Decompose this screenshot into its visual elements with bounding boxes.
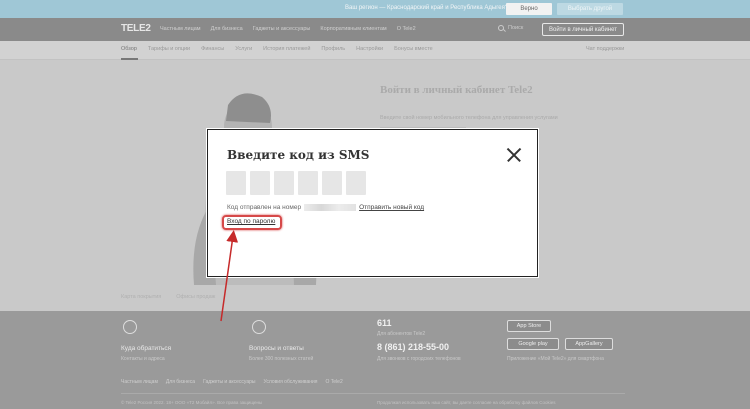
page: Ваш регион — Краснодарский край и Респуб… [0, 0, 750, 409]
sms-code-inputs [226, 171, 366, 195]
search[interactable]: Поиск [498, 25, 523, 31]
subnav-item-overview[interactable]: Обзор [121, 46, 137, 52]
footer-link[interactable]: О Tele2 [326, 379, 343, 385]
login-cabinet-button[interactable]: Войти в личный кабинет [542, 23, 624, 36]
region-banner: Ваш регион — Краснодарский край и Респуб… [0, 0, 750, 18]
masked-phone-number [304, 204, 357, 211]
top-nav-item[interactable]: О Tele2 [397, 26, 416, 32]
landline-phone[interactable]: 8 (861) 218-55-00 [377, 342, 449, 352]
header: TELE2 Частным лицам Для бизнеса Гаджеты … [0, 18, 750, 41]
sms-code-digit-1[interactable] [226, 171, 246, 195]
sms-code-digit-3[interactable] [274, 171, 294, 195]
password-login-link[interactable]: Вход по паролю [227, 218, 275, 225]
sms-code-digit-2[interactable] [250, 171, 270, 195]
footer-links: Частным лицам Для бизнеса Гаджеты и аксе… [121, 379, 351, 385]
region-question: Ваш регион — Краснодарский край и Респуб… [345, 5, 509, 11]
support-chat-link[interactable]: Чат поддержки [586, 46, 624, 52]
sms-code-digit-4[interactable] [298, 171, 318, 195]
subnav-item[interactable]: Тарифы и опции [148, 46, 190, 52]
landline-phone-sub: Для звонков с городских телефонов [377, 356, 461, 362]
search-label[interactable]: Поиск [508, 25, 523, 31]
top-nav-item[interactable]: Частным лицам [160, 26, 201, 32]
region-change-button[interactable]: Выбрать другой [557, 3, 623, 15]
app-gallery-button[interactable]: AppGallery [565, 338, 613, 350]
footer: Куда обратиться Контакты и адреса Вопрос… [0, 311, 750, 409]
logo[interactable]: TELE2 [121, 23, 151, 34]
top-nav-item[interactable]: Для бизнеса [211, 26, 243, 32]
region-confirm-button[interactable]: Верно [506, 3, 552, 15]
footer-contacts-title[interactable]: Куда обратиться [121, 345, 171, 352]
footer-link[interactable]: Гаджеты и аксессуары [203, 379, 255, 385]
google-play-button[interactable]: Google play [507, 338, 559, 350]
resend-code-link[interactable]: Отправить новый код [359, 204, 424, 211]
cookie-notice: Продолжая использовать наш сайт, вы дает… [377, 400, 556, 405]
footer-divider [121, 393, 625, 394]
app-sub: Приложение «Мой Tele2» для смартфона [507, 356, 604, 362]
subnav-item[interactable]: Финансы [201, 46, 224, 52]
footer-link[interactable]: Условия обслуживания [264, 379, 318, 385]
footer-faq-title[interactable]: Вопросы и ответы [249, 345, 304, 352]
main-bottom-links: Карта покрытия Офисы продаж [121, 294, 230, 300]
subnav-item[interactable]: Настройки [356, 46, 383, 52]
subnav-item[interactable]: Услуги [235, 46, 252, 52]
code-sent-info: Код отправлен на номер Отправить новый ко… [227, 204, 424, 211]
login-title: Войти в личный кабинет Tele2 [380, 84, 533, 96]
subnav-item[interactable]: Бонусы вместе [394, 46, 433, 52]
lifebuoy-icon [252, 320, 266, 334]
footer-faq-sub: Более 300 полезных статей [249, 356, 314, 362]
close-icon[interactable] [507, 148, 521, 162]
chat-bubble-icon [123, 320, 137, 334]
coverage-map-link[interactable]: Карта покрытия [121, 294, 161, 300]
copyright: © Tele2 Россия 2022. 18+ ООО «Т2 Мобайл»… [121, 400, 263, 405]
code-sent-prefix: Код отправлен на номер [227, 204, 302, 212]
sms-code-digit-5[interactable] [322, 171, 342, 195]
sms-code-digit-6[interactable] [346, 171, 366, 195]
subnav-item[interactable]: История платежей [263, 46, 310, 52]
sms-code-dialog: Введите код из SMS Код отправлен на номе… [207, 129, 538, 277]
footer-contacts-sub: Контакты и адреса [121, 356, 165, 362]
short-number-sub: Для абонентов Tele2 [377, 331, 426, 337]
sales-offices-link[interactable]: Офисы продаж [176, 294, 215, 300]
top-nav: Частным лицам Для бизнеса Гаджеты и аксе… [160, 26, 426, 32]
sub-navigation: Обзор Тарифы и опции Финансы Услуги Исто… [0, 41, 750, 60]
login-description: Введите свой номер мобильного телефона д… [380, 115, 558, 121]
top-nav-item[interactable]: Корпоративным клиентам [320, 26, 386, 32]
footer-link[interactable]: Для бизнеса [166, 379, 195, 385]
footer-link[interactable]: Частным лицам [121, 379, 158, 385]
short-number[interactable]: 611 [377, 318, 392, 328]
subnav-item[interactable]: Профиль [321, 46, 345, 52]
top-nav-item[interactable]: Гаджеты и аксессуары [253, 26, 311, 32]
dialog-title: Введите код из SMS [227, 148, 370, 162]
app-store-button[interactable]: App Store [507, 320, 551, 332]
search-icon[interactable] [498, 25, 504, 31]
